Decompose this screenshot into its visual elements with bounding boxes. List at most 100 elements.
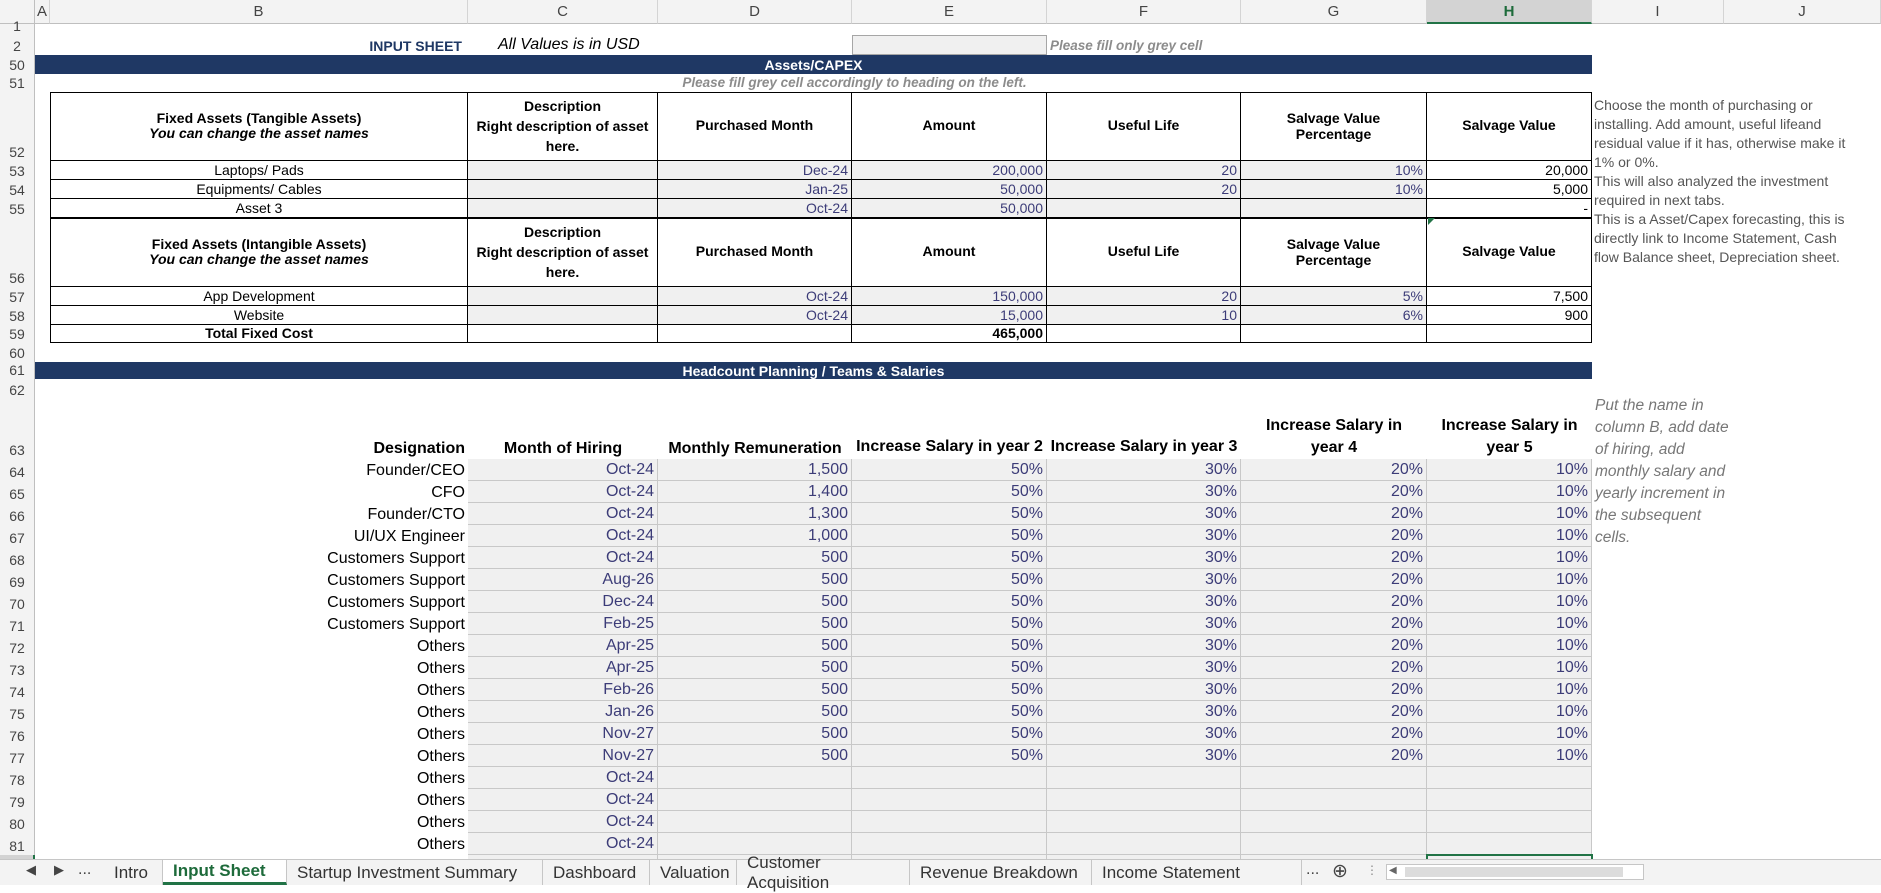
asset-salvage-pct-equipments-cables[interactable]: 10% <box>1241 180 1427 199</box>
monthly-remuneration-header[interactable]: Monthly Remuneration <box>658 399 852 459</box>
row-header-57[interactable]: 57 <box>0 287 35 306</box>
employee-increase-y4[interactable] <box>1241 767 1427 789</box>
employee-hiring-month[interactable]: Apr-25 <box>468 657 658 679</box>
employee-designation[interactable]: Founder/CEO <box>50 459 468 481</box>
employee-increase-y5[interactable] <box>1427 833 1592 855</box>
row-header-69[interactable]: 69 <box>0 569 35 591</box>
tangible-useful-life-header[interactable]: Useful Life <box>1047 92 1241 161</box>
employee-designation[interactable]: Others <box>50 833 468 855</box>
employee-hiring-month[interactable]: Jan-26 <box>468 701 658 723</box>
column-header-d[interactable]: D <box>658 0 852 24</box>
employee-increase-y3[interactable]: 30% <box>1047 723 1241 745</box>
employee-increase-y4[interactable]: 20% <box>1241 701 1427 723</box>
tab-valuation[interactable]: Valuation <box>650 860 737 885</box>
employee-increase-y3[interactable] <box>1047 767 1241 789</box>
employee-increase-y5[interactable]: 10% <box>1427 635 1592 657</box>
employee-increase-y5[interactable]: 10% <box>1427 591 1592 613</box>
employee-designation[interactable]: Others <box>50 767 468 789</box>
employee-increase-y2[interactable] <box>852 767 1047 789</box>
column-header-b[interactable]: B <box>50 0 468 24</box>
employee-monthly-salary[interactable]: 500 <box>658 591 852 613</box>
salary-increase-y4-header[interactable]: Increase Salary in year 4 <box>1241 399 1427 459</box>
row-header-63[interactable]: 63 <box>0 399 35 459</box>
column-header-j[interactable]: J <box>1724 0 1881 24</box>
row-header-54[interactable]: 54 <box>0 180 35 199</box>
employee-hiring-month[interactable]: Aug-26 <box>468 569 658 591</box>
row-header-73[interactable]: 73 <box>0 657 35 679</box>
row-header-1[interactable]: 1 <box>0 18 35 35</box>
tangible-description-header[interactable]: Description Right description of asset he… <box>468 92 658 161</box>
row-header-58[interactable]: 58 <box>0 306 35 325</box>
column-header-h[interactable]: H <box>1427 0 1592 24</box>
employee-increase-y4[interactable]: 20% <box>1241 635 1427 657</box>
employee-increase-y3[interactable]: 30% <box>1047 657 1241 679</box>
employee-increase-y4[interactable]: 20% <box>1241 459 1427 481</box>
employee-increase-y3[interactable]: 30% <box>1047 701 1241 723</box>
employee-monthly-salary[interactable]: 500 <box>658 679 852 701</box>
row-header-68[interactable]: 68 <box>0 547 35 569</box>
asset-month-laptops-pads[interactable]: Dec-24 <box>658 161 852 180</box>
row-header-66[interactable]: 66 <box>0 503 35 525</box>
employee-hiring-month[interactable]: Feb-25 <box>468 613 658 635</box>
employee-monthly-salary[interactable]: 500 <box>658 569 852 591</box>
employee-monthly-salary[interactable]: 500 <box>658 547 852 569</box>
employee-increase-y5[interactable]: 10% <box>1427 547 1592 569</box>
row-header-78[interactable]: 78 <box>0 767 35 789</box>
asset-amount-asset-3[interactable]: 50,000 <box>852 199 1047 218</box>
tangible-salvage-pct-header[interactable]: Salvage Value Percentage <box>1241 92 1427 161</box>
row-header-67[interactable]: 67 <box>0 525 35 547</box>
employee-hiring-month[interactable]: Oct-24 <box>468 525 658 547</box>
employee-monthly-salary[interactable]: 1,000 <box>658 525 852 547</box>
asset-salvage-pct-asset-3[interactable] <box>1241 199 1427 218</box>
employee-monthly-salary[interactable]: 500 <box>658 723 852 745</box>
asset-life-asset-3[interactable] <box>1047 199 1241 218</box>
asset-salvage-value-asset-3[interactable]: - <box>1427 199 1592 218</box>
asset-month-asset-3[interactable]: Oct-24 <box>658 199 852 218</box>
row-header-62[interactable]: 62 <box>0 379 35 399</box>
employee-increase-y2[interactable] <box>852 811 1047 833</box>
tab-revenue-breakdown[interactable]: Revenue Breakdown <box>910 860 1092 885</box>
employee-hiring-month[interactable]: Oct-24 <box>468 811 658 833</box>
employee-monthly-salary[interactable]: 500 <box>658 745 852 767</box>
employee-increase-y4[interactable]: 20% <box>1241 613 1427 635</box>
total-blank-d[interactable] <box>658 325 852 343</box>
employee-hiring-month[interactable]: Dec-24 <box>468 591 658 613</box>
more-tabs-left[interactable]: ... <box>78 861 91 879</box>
employee-increase-y4[interactable] <box>1241 811 1427 833</box>
asset-description-website[interactable] <box>468 306 658 325</box>
tab-splitter-icon[interactable]: ⋮ <box>1366 863 1378 877</box>
asset-description-laptops-pads[interactable] <box>468 161 658 180</box>
tangible-purchase-month-header[interactable]: Purchased Month <box>658 92 852 161</box>
asset-name-equipments-cables[interactable]: Equipments/ Cables <box>50 180 468 199</box>
employee-increase-y5[interactable]: 10% <box>1427 503 1592 525</box>
employee-increase-y4[interactable]: 20% <box>1241 657 1427 679</box>
employee-monthly-salary[interactable]: 500 <box>658 635 852 657</box>
tab-income-statement[interactable]: Income Statement <box>1092 860 1302 885</box>
employee-increase-y2[interactable]: 50% <box>852 701 1047 723</box>
employee-increase-y3[interactable]: 30% <box>1047 745 1241 767</box>
employee-increase-y3[interactable]: 30% <box>1047 547 1241 569</box>
employee-designation[interactable]: Others <box>50 745 468 767</box>
column-header-e[interactable]: E <box>852 0 1047 24</box>
employee-increase-y5[interactable]: 10% <box>1427 613 1592 635</box>
employee-increase-y2[interactable]: 50% <box>852 481 1047 503</box>
employee-increase-y2[interactable]: 50% <box>852 547 1047 569</box>
employee-increase-y3[interactable]: 30% <box>1047 481 1241 503</box>
intangible-salvage-value-header[interactable]: Salvage Value <box>1427 218 1592 287</box>
intangible-salvage-pct-header[interactable]: Salvage Value Percentage <box>1241 218 1427 287</box>
total-fixed-cost-label[interactable]: Total Fixed Cost <box>50 325 468 343</box>
employee-increase-y4[interactable]: 20% <box>1241 525 1427 547</box>
row-header-2[interactable]: 2 <box>0 35 35 55</box>
asset-salvage-value-equipments-cables[interactable]: 5,000 <box>1427 180 1592 199</box>
employee-designation[interactable]: Others <box>50 789 468 811</box>
plus-circle-icon[interactable]: ⊕ <box>1332 860 1348 883</box>
total-fixed-cost-value[interactable]: 465,000 <box>852 325 1047 343</box>
salary-increase-y3-header[interactable]: Increase Salary in year 3 <box>1047 399 1241 459</box>
employee-increase-y3[interactable]: 30% <box>1047 459 1241 481</box>
employee-increase-y5[interactable]: 10% <box>1427 745 1592 767</box>
employee-increase-y4[interactable]: 20% <box>1241 591 1427 613</box>
capex-subnote[interactable]: Please fill grey cell accordingly to hea… <box>468 74 1241 92</box>
salary-increase-y5-header[interactable]: Increase Salary in year 5 <box>1427 399 1592 459</box>
employee-designation[interactable]: CFO <box>50 481 468 503</box>
employee-increase-y3[interactable]: 30% <box>1047 503 1241 525</box>
